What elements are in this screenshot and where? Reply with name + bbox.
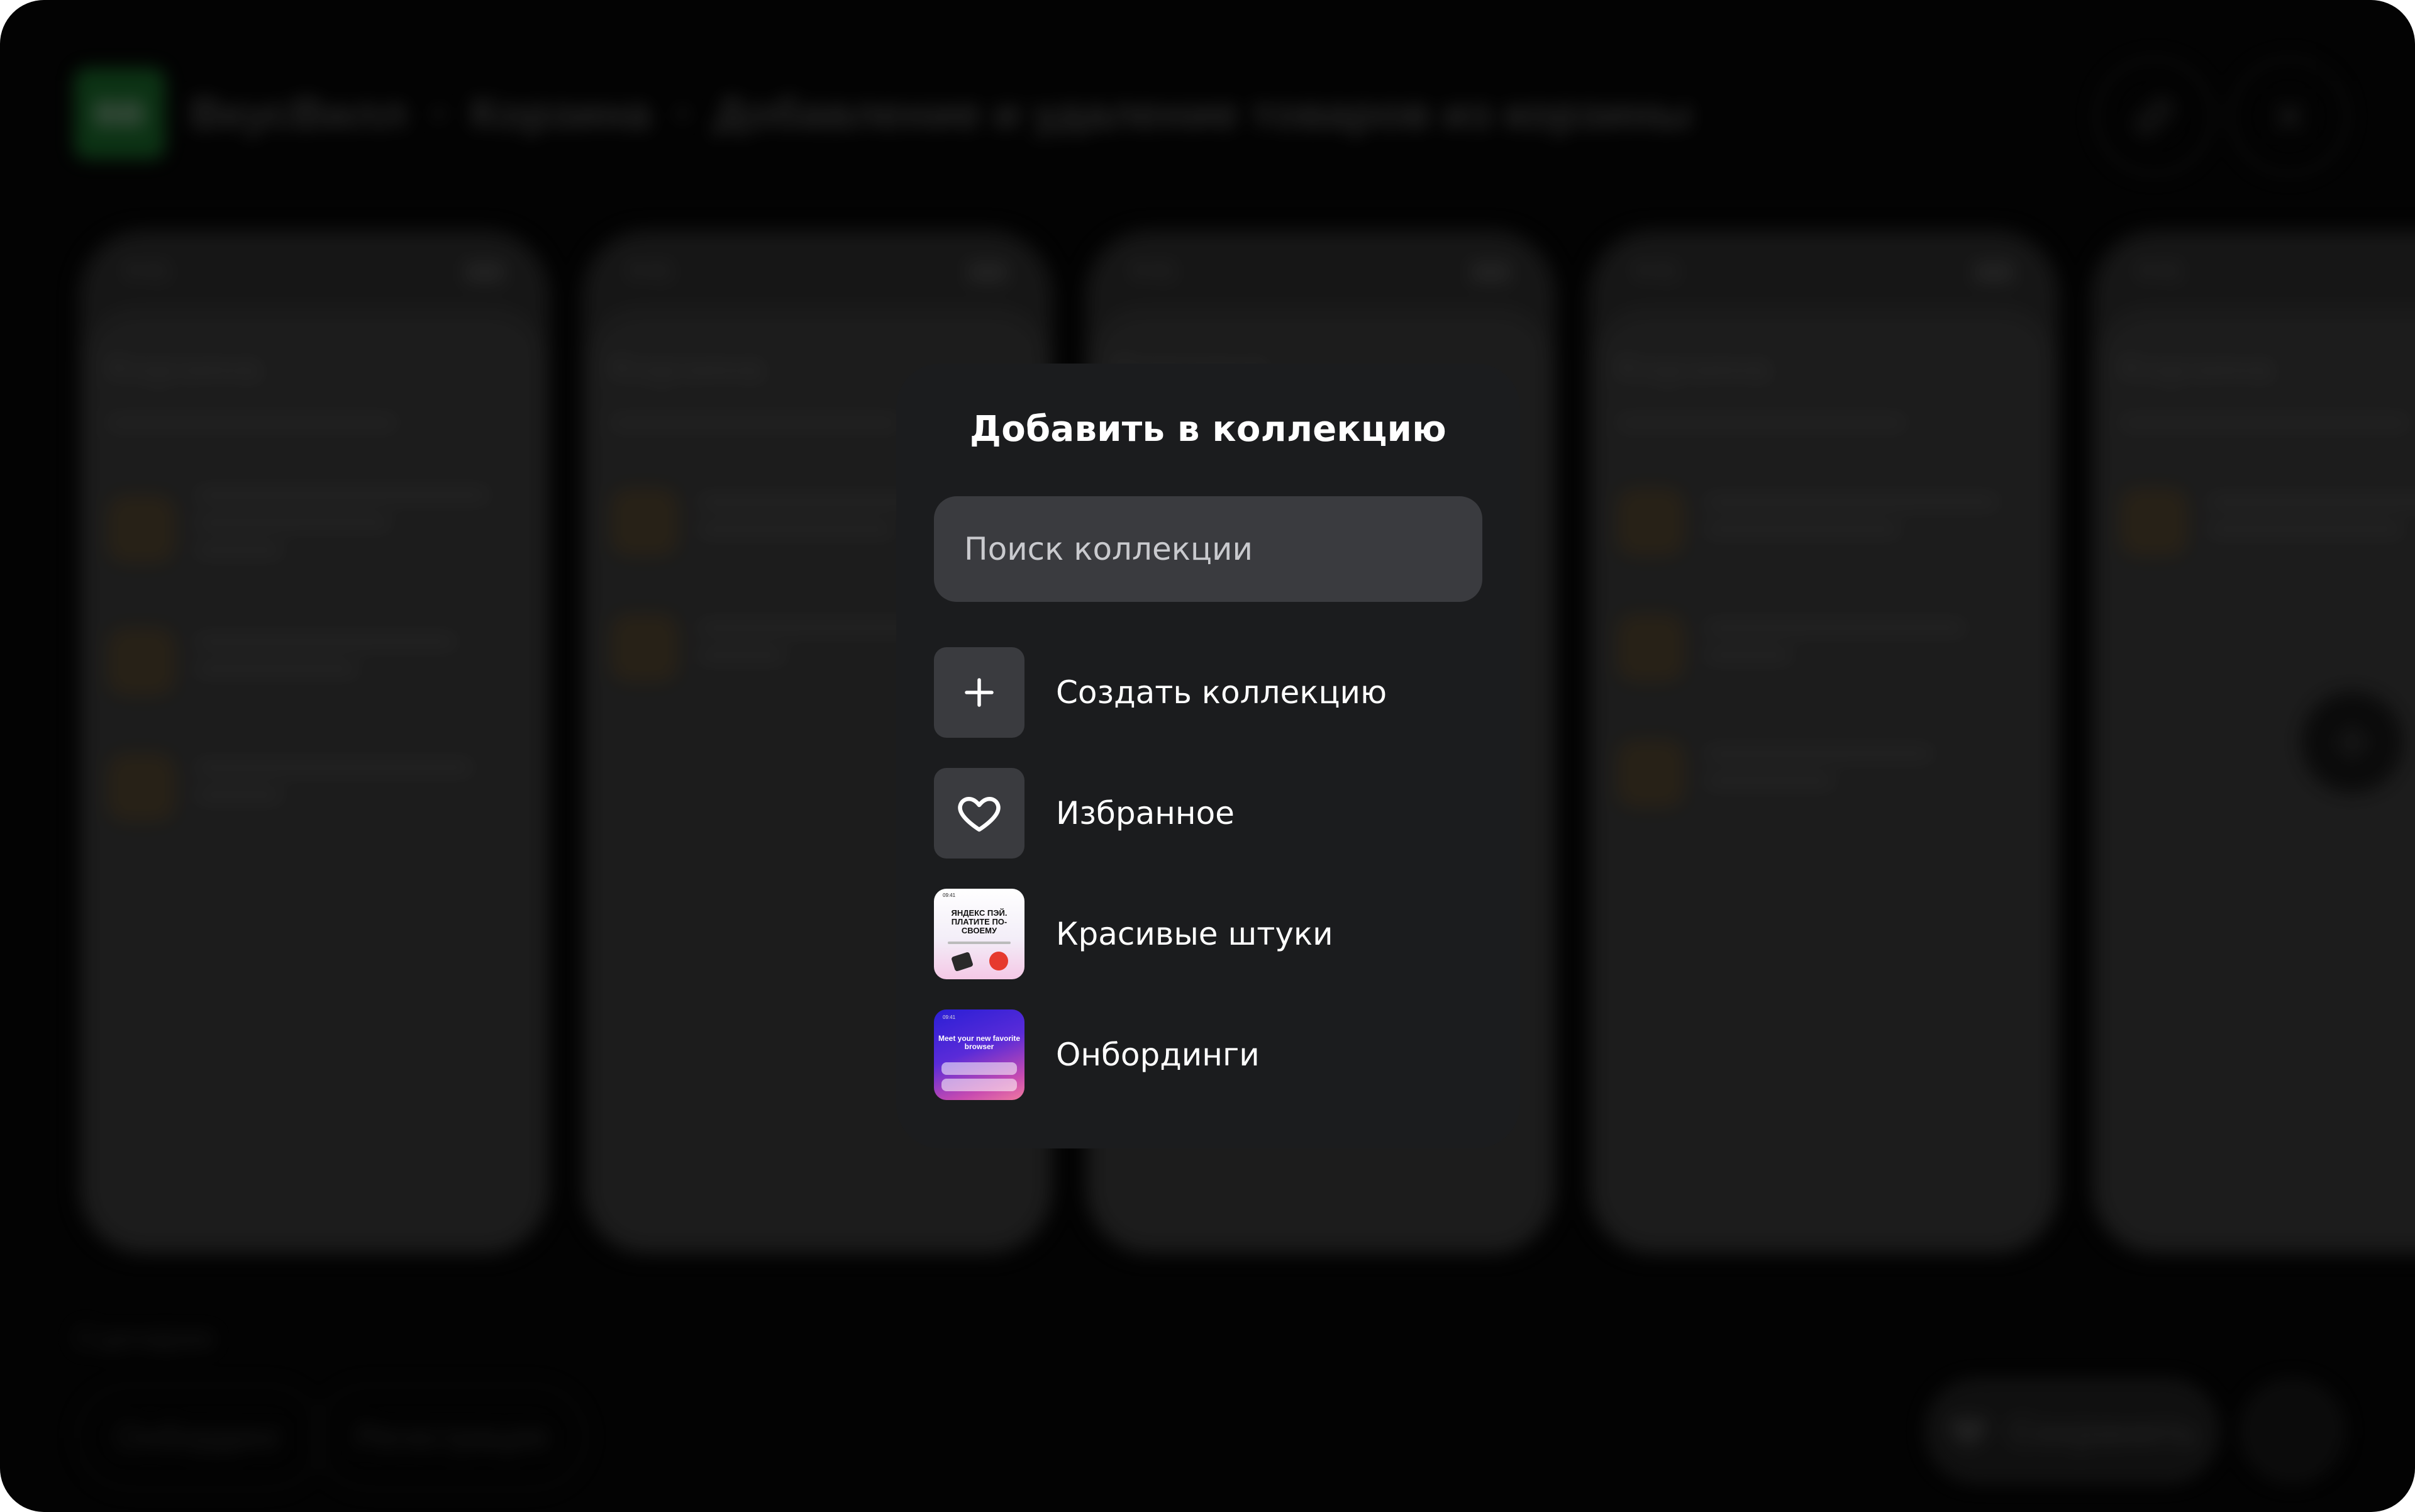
collection-item-favorites[interactable]: Избранное — [934, 768, 1482, 859]
dialog-title: Добавить в коллекцию — [970, 409, 1446, 450]
create-collection-item[interactable]: Создать коллекцию — [934, 647, 1482, 738]
thumbnail-headline: ЯНДЕКС ПЭЙ. ПЛАТИТЕ ПО-СВОЕМУ — [951, 908, 1008, 935]
plus-icon — [965, 678, 994, 707]
heart-icon — [958, 797, 1001, 832]
favorites-tile — [934, 768, 1024, 859]
thumbnail-status-time: 09:41 — [943, 892, 956, 898]
thumbnail-status-time: 09:41 — [943, 1014, 956, 1020]
collection-thumbnail: 09:41 ЯНДЕКС ПЭЙ. ПЛАТИТЕ ПО-СВОЕМУ — [934, 889, 1024, 979]
create-collection-label: Создать коллекцию — [1056, 674, 1387, 711]
collection-label: Избранное — [1056, 795, 1235, 831]
create-collection-tile — [934, 647, 1024, 738]
collection-item-beautiful[interactable]: 09:41 ЯНДЕКС ПЭЙ. ПЛАТИТЕ ПО-СВОЕМУ Крас… — [934, 889, 1482, 979]
collection-label: Онбординги — [1056, 1037, 1260, 1073]
add-to-collection-dialog: Добавить в коллекцию Создать коллекцию И… — [896, 364, 1520, 1148]
browser-onboarding-screenshot-thumbnail: 09:41 Meet your new favorite browser — [934, 1009, 1024, 1100]
yandex-pay-screenshot-thumbnail: 09:41 ЯНДЕКС ПЭЙ. ПЛАТИТЕ ПО-СВОЕМУ — [934, 889, 1024, 979]
collection-list: Создать коллекцию Избранное 09:41 ЯНДЕКС… — [934, 647, 1482, 1100]
collection-search-input[interactable] — [934, 496, 1482, 602]
thumbnail-headline: Meet your new favorite browser — [938, 1034, 1021, 1051]
collection-item-onboardings[interactable]: 09:41 Meet your new favorite browser Онб… — [934, 1009, 1482, 1100]
collection-thumbnail: 09:41 Meet your new favorite browser — [934, 1009, 1024, 1100]
app-window: ВВ ВкусВилл • Корзина • Добавление и уда… — [0, 0, 2415, 1512]
collection-label: Красивые штуки — [1056, 916, 1333, 952]
